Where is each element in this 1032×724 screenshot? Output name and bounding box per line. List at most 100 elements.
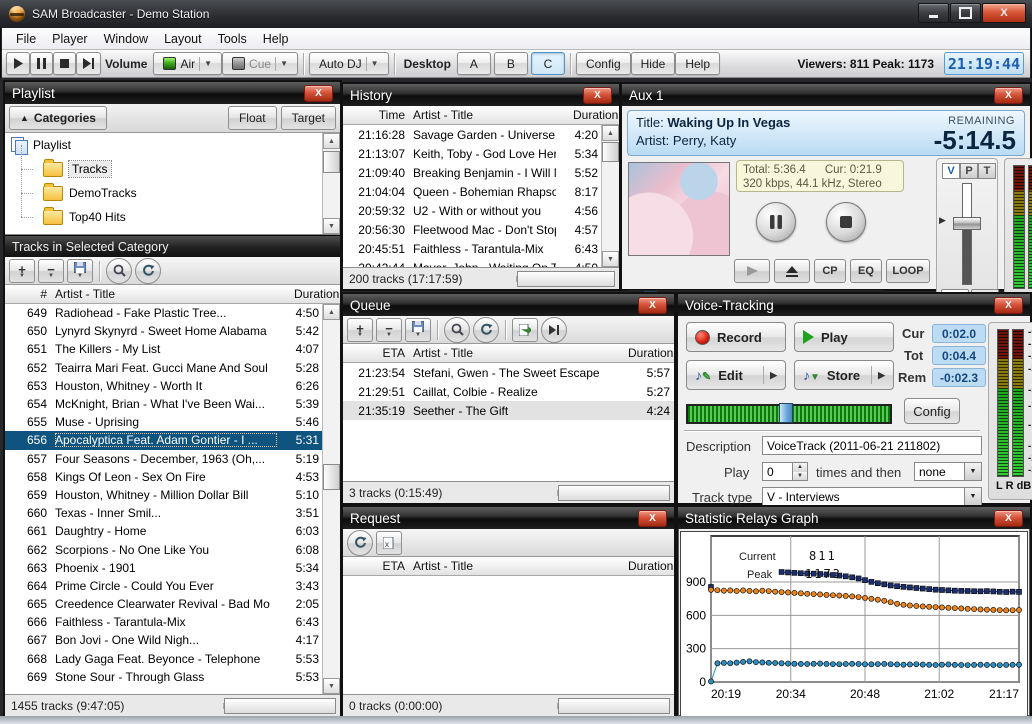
hide-button[interactable]: Hide: [631, 52, 676, 75]
aux1-header[interactable]: Aux 1 X: [622, 84, 1030, 106]
config-button[interactable]: Config: [576, 52, 631, 75]
table-row[interactable]: 668Lady Gaga Feat. Beyonce - Telephone5:…: [5, 650, 323, 668]
fader-tab-t[interactable]: T: [978, 163, 996, 179]
col-duration[interactable]: Duration: [294, 287, 340, 301]
title-bar[interactable]: SAM Broadcaster - Demo Station X: [0, 0, 1032, 28]
cue-volume-button[interactable]: Cue ▼: [222, 52, 298, 75]
menu-item-help[interactable]: Help: [255, 30, 297, 48]
aux-eject-button[interactable]: [774, 259, 810, 283]
save-button[interactable]: ▼: [67, 259, 93, 283]
history-header[interactable]: History X: [343, 84, 619, 106]
air-volume-button[interactable]: Air ▼: [153, 52, 222, 75]
table-row[interactable]: 667Bon Jovi - One Wild Nigh...4:17: [5, 631, 323, 649]
fader-thumb[interactable]: [953, 217, 981, 230]
chevron-down-icon[interactable]: ▼: [964, 463, 981, 480]
scroll-thumb[interactable]: [323, 464, 340, 490]
desktop-a-button[interactable]: A: [457, 52, 491, 75]
search-icon[interactable]: [444, 317, 470, 343]
table-row[interactable]: 650Lynyrd Skynyrd - Sweet Home Alabama5:…: [5, 322, 323, 340]
categories-button[interactable]: ▲Categories: [9, 106, 107, 130]
then-dropdown[interactable]: none▼: [914, 462, 982, 481]
col-artist-title[interactable]: Artist - Title: [413, 346, 628, 360]
table-row[interactable]: 662Scorpions - No One Like You6:08: [5, 540, 323, 558]
add-track-button[interactable]: +▼: [9, 259, 35, 283]
aux-play-button[interactable]: [734, 259, 770, 283]
track-type-dropdown[interactable]: V - Interviews▼: [762, 487, 982, 506]
maximize-button[interactable]: [950, 3, 981, 23]
tree-item-playlist[interactable]: Playlist: [5, 133, 340, 157]
menu-item-window[interactable]: Window: [96, 30, 156, 48]
add-track-button[interactable]: +▼: [347, 318, 373, 342]
table-row[interactable]: 21:13:07Keith, Toby - God Love Her5:34: [343, 144, 602, 163]
vt-config-button[interactable]: Config: [904, 398, 960, 424]
col-artist-title[interactable]: Artist - Title: [55, 287, 294, 301]
aux-cp-button[interactable]: CP: [814, 259, 846, 283]
col-number[interactable]: #: [5, 287, 55, 301]
request-close-icon[interactable]: X: [638, 510, 667, 527]
vt-play-button[interactable]: Play: [794, 322, 894, 352]
col-eta[interactable]: ETA: [343, 346, 413, 360]
table-row[interactable]: 21:29:51Caillat, Colbie - Realize5:27: [343, 382, 674, 401]
table-row[interactable]: 657Four Seasons - December, 1963 (Oh,...…: [5, 450, 323, 468]
col-duration[interactable]: Duration: [628, 559, 674, 573]
pause-button[interactable]: [30, 52, 53, 75]
request-header[interactable]: Request X: [343, 507, 674, 529]
aux-eq-button[interactable]: EQ: [850, 259, 882, 283]
table-row[interactable]: 660Texas - Inner Smil...3:51: [5, 504, 323, 522]
table-row[interactable]: 21:09:40Breaking Benjamin - I Will N...5…: [343, 163, 602, 182]
float-button[interactable]: Float: [228, 106, 277, 130]
description-field[interactable]: VoiceTrack (2011-06-21 211802): [762, 436, 982, 455]
table-row[interactable]: 659Houston, Whitney - Million Dollar Bil…: [5, 486, 323, 504]
slider-thumb[interactable]: [779, 403, 793, 423]
table-row[interactable]: 669Stone Sour - Through Glass5:53: [5, 668, 323, 686]
minimize-button[interactable]: [918, 3, 949, 23]
fader-tab-p[interactable]: P: [960, 163, 978, 179]
scroll-up-icon[interactable]: ▲: [323, 304, 340, 320]
table-row[interactable]: 652Teairra Mari Feat. Gucci Mane And Sou…: [5, 359, 323, 377]
queue-close-icon[interactable]: X: [638, 297, 667, 314]
clear-requests-icon[interactable]: x: [376, 531, 402, 555]
voice-tracking-close-icon[interactable]: X: [994, 297, 1023, 314]
col-duration[interactable]: Duration: [628, 346, 674, 360]
table-row[interactable]: 655Muse - Uprising5:46: [5, 413, 323, 431]
spin-up-icon[interactable]: ▲: [793, 463, 807, 472]
next-button[interactable]: [76, 52, 101, 75]
play-button[interactable]: [6, 52, 30, 75]
aux-stop-button[interactable]: [826, 202, 866, 242]
search-icon[interactable]: [106, 258, 132, 284]
chevron-down-icon[interactable]: ▼: [964, 488, 981, 505]
scroll-down-icon[interactable]: ▼: [323, 218, 340, 234]
autodj-dropdown-icon[interactable]: ▼: [366, 57, 379, 71]
col-duration[interactable]: Duration: [573, 108, 619, 122]
edit-button[interactable]: ♪✎Edit ▶: [686, 360, 786, 390]
aux1-close-icon[interactable]: X: [994, 87, 1023, 104]
tree-item-tracks[interactable]: Tracks: [5, 157, 340, 181]
record-button[interactable]: Record: [686, 322, 786, 352]
fader-track[interactable]: [962, 183, 972, 285]
table-row[interactable]: 658Kings Of Leon - Sex On Fire4:53: [5, 468, 323, 486]
stop-button[interactable]: [53, 52, 76, 75]
refresh-icon[interactable]: [347, 530, 373, 556]
fader-tab-v[interactable]: V: [942, 163, 960, 179]
table-row[interactable]: 651The Killers - My List4:07: [5, 340, 323, 358]
refresh-icon[interactable]: [135, 258, 161, 284]
queue-header[interactable]: Queue X: [343, 294, 674, 316]
desktop-c-button[interactable]: C: [531, 52, 565, 75]
table-row[interactable]: 663Phoenix - 19015:34: [5, 559, 323, 577]
tree-scrollbar[interactable]: ▲ ▼: [322, 133, 340, 234]
menu-item-layout[interactable]: Layout: [156, 30, 210, 48]
table-row[interactable]: 666Faithless - Tarantula-Mix6:43: [5, 613, 323, 631]
scroll-up-icon[interactable]: ▲: [323, 133, 340, 149]
table-row[interactable]: 654McKnight, Brian - What I've Been Wai.…: [5, 395, 323, 413]
table-row[interactable]: 21:16:28Savage Garden - Universe4:20: [343, 125, 602, 144]
table-row[interactable]: 665Creedence Clearwater Revival - Bad Mo…: [5, 595, 323, 613]
scroll-thumb[interactable]: [323, 151, 340, 173]
stats-graph-close-icon[interactable]: X: [994, 510, 1023, 527]
playlist-header[interactable]: Playlist X: [5, 82, 340, 104]
playlist-close-icon[interactable]: X: [304, 85, 333, 102]
scroll-thumb[interactable]: [602, 142, 619, 162]
target-button[interactable]: Target: [281, 106, 336, 130]
table-row[interactable]: 653Houston, Whitney - Worth It6:26: [5, 377, 323, 395]
table-row[interactable]: 20:56:30Fleetwood Mac - Don't Stop4:57: [343, 220, 602, 239]
menu-item-file[interactable]: File: [8, 30, 44, 48]
